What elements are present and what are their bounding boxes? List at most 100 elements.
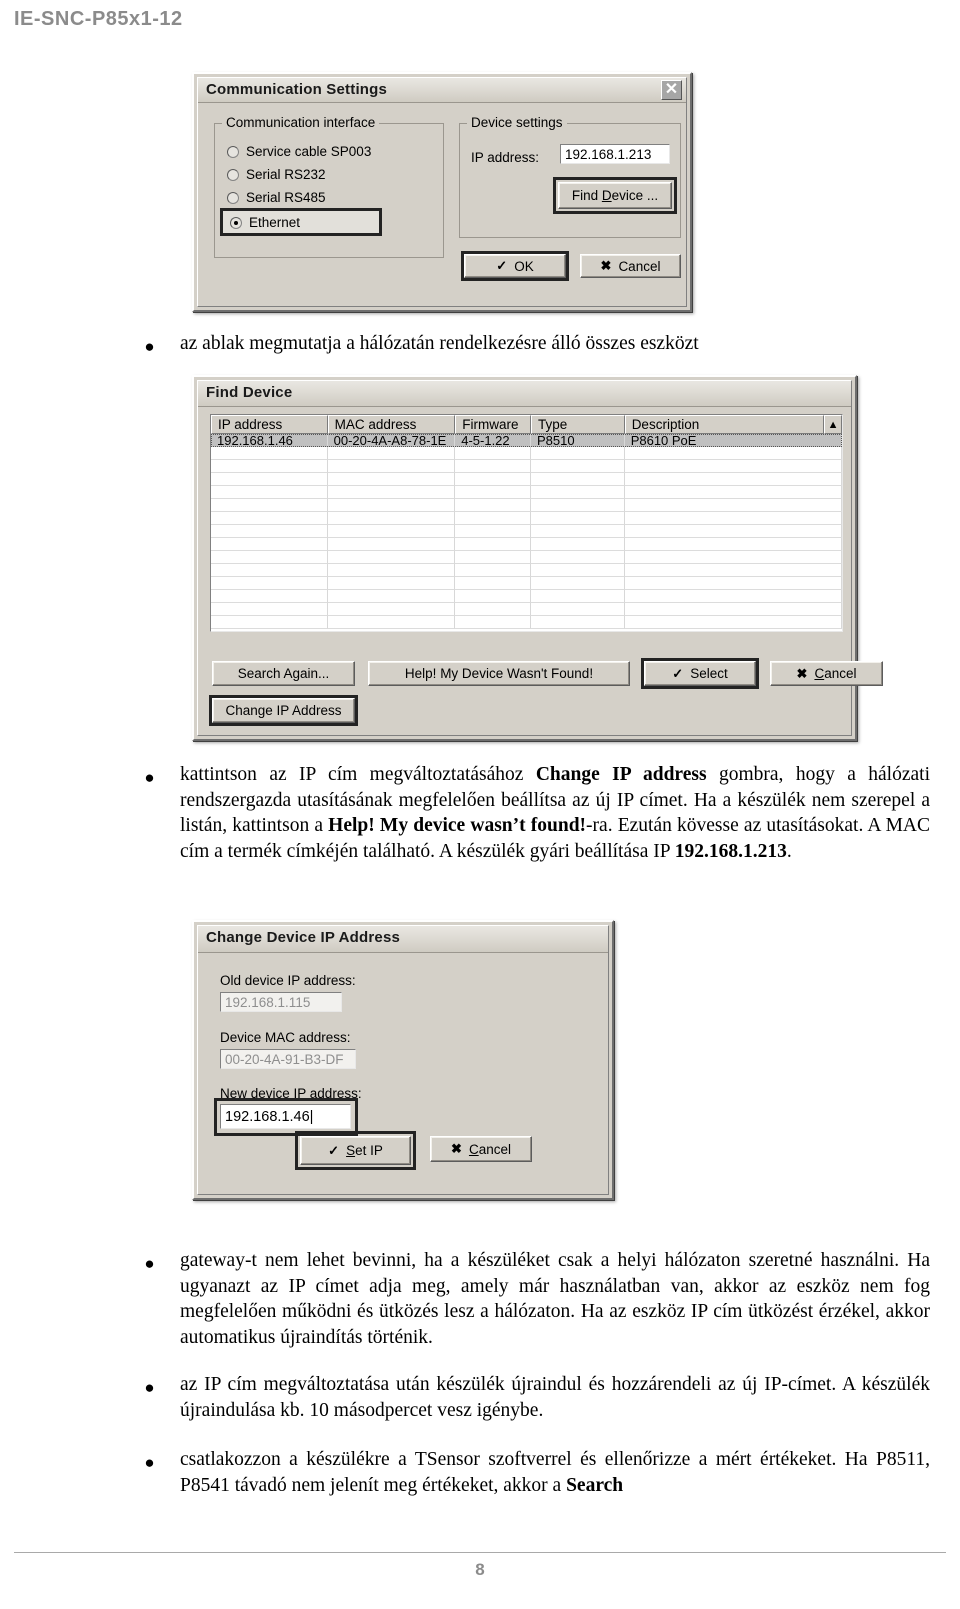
cell-empty <box>455 603 531 616</box>
set-ip-button[interactable]: ✓ Set IP <box>300 1136 411 1165</box>
cell-empty <box>211 499 328 512</box>
dialog-body: Change Device IP Address Old device IP a… <box>197 925 609 1195</box>
change-ip-address-button[interactable]: Change IP Address <box>212 698 355 723</box>
cell-empty <box>455 577 531 590</box>
radio-dot-icon <box>227 169 239 181</box>
cell-empty <box>211 473 328 486</box>
cell-mac-address: 00-20-4A-A8-78-1E <box>328 434 456 447</box>
cell-empty <box>530 577 625 590</box>
table-row[interactable] <box>211 590 842 603</box>
cell-empty <box>455 525 531 538</box>
find-cancel-label: Cancel <box>814 666 857 681</box>
cell-empty <box>327 603 456 616</box>
radio-service-cable-sp003[interactable]: Service cable SP003 <box>227 144 371 159</box>
radio-label: Ethernet <box>249 215 301 230</box>
table-row[interactable] <box>211 512 842 525</box>
cell-empty <box>624 538 842 551</box>
column-header-mac-address[interactable]: MAC address <box>327 415 456 434</box>
cell-empty <box>327 525 456 538</box>
cell-empty <box>530 512 625 525</box>
radio-ethernet[interactable]: Ethernet <box>230 215 300 230</box>
cell-empty <box>327 460 456 473</box>
dialog-title: Find Device <box>206 384 293 401</box>
find-device-button[interactable]: Find Device ... <box>558 182 672 209</box>
bullet-2-emphasis-change-ip: Change IP address <box>535 764 707 785</box>
search-again-button[interactable]: Search Again... <box>212 661 355 686</box>
radio-serial-rs485[interactable]: Serial RS485 <box>227 190 326 205</box>
ip-address-label: IP address: <box>471 150 540 165</box>
find-device-dialog: Find Device IP address MAC address Firmw… <box>192 375 883 741</box>
find-device-label: Find Device ... <box>571 188 659 203</box>
table-row[interactable] <box>211 564 842 577</box>
table-row[interactable] <box>211 447 842 460</box>
new-device-ip-value: 192.168.1.46 <box>225 1109 310 1125</box>
find-cancel-button[interactable]: ✖ Cancel <box>770 661 883 686</box>
bullet-2-text: kattintson az IP cím megváltoztatásához … <box>180 762 930 864</box>
bullet-marker: ● <box>144 337 155 356</box>
table-row[interactable] <box>211 577 842 590</box>
table-row[interactable] <box>211 486 842 499</box>
dialog-body: Find Device IP address MAC address Firmw… <box>197 380 883 736</box>
check-icon: ✓ <box>672 665 684 681</box>
radio-label: Serial RS485 <box>246 190 326 205</box>
bullet-2-part-a: kattintson az IP cím megváltoztatásához <box>180 764 536 785</box>
radio-serial-rs232[interactable]: Serial RS232 <box>227 167 326 182</box>
cell-empty <box>211 616 328 629</box>
cell-type: P8510 <box>531 434 625 447</box>
x-icon: ✖ <box>600 258 612 273</box>
close-icon[interactable]: ✕ <box>661 80 682 100</box>
bullet-marker: ● <box>144 1254 155 1273</box>
cancel-button[interactable]: ✖ Cancel <box>580 254 681 278</box>
cell-empty <box>327 564 456 577</box>
cell-empty <box>624 499 842 512</box>
table-row[interactable] <box>211 616 842 629</box>
cell-empty <box>327 577 456 590</box>
x-icon: ✖ <box>796 665 808 681</box>
cell-empty <box>211 590 328 603</box>
help-my-device-wasnt-found-button[interactable]: Help! My Device Wasn't Found! <box>368 661 630 686</box>
cell-empty <box>624 525 842 538</box>
cell-empty <box>327 473 456 486</box>
cell-empty <box>455 616 531 629</box>
bullet-item-1: ● az ablak megmutatja a hálózatán rendel… <box>140 331 930 357</box>
cancel-label: Cancel <box>618 258 661 274</box>
chevron-up-icon[interactable]: ▲ <box>824 415 842 434</box>
column-header-firmware[interactable]: Firmware <box>455 415 531 434</box>
column-header-description[interactable]: Description <box>624 415 825 434</box>
cell-empty <box>327 616 456 629</box>
column-header-ip-address[interactable]: IP address <box>211 415 328 434</box>
bullet-item-4: ● az IP cím megváltoztatása után készülé… <box>140 1372 930 1423</box>
cell-empty <box>530 447 625 460</box>
table-row[interactable] <box>211 473 842 486</box>
cell-empty <box>530 564 625 577</box>
select-button[interactable]: ✓ Select <box>644 661 756 686</box>
list-header-row: IP address MAC address Firmware Type Des… <box>211 415 842 434</box>
check-icon: ✓ <box>328 1142 340 1158</box>
cell-empty <box>211 447 328 460</box>
table-row[interactable] <box>211 551 842 564</box>
radio-dot-icon <box>227 192 239 204</box>
cell-empty <box>455 499 531 512</box>
new-device-ip-input[interactable]: 192.168.1.46| <box>220 1104 351 1129</box>
table-row[interactable] <box>211 525 842 538</box>
cell-empty <box>624 551 842 564</box>
cell-empty <box>624 603 842 616</box>
bullet-3-text: gateway-t nem lehet bevinni, ha a készül… <box>180 1250 930 1348</box>
ok-button[interactable]: ✓ OK <box>464 254 566 278</box>
table-row[interactable] <box>211 460 842 473</box>
table-row[interactable] <box>211 538 842 551</box>
cell-empty <box>327 486 456 499</box>
cell-empty <box>211 603 328 616</box>
table-row[interactable]: 192.168.1.46 00-20-4A-A8-78-1E 4-5-1.22 … <box>211 434 842 447</box>
cell-empty <box>211 486 328 499</box>
cell-empty <box>624 447 842 460</box>
change-ip-cancel-button[interactable]: ✖ Cancel <box>430 1136 532 1162</box>
bullet-marker: ● <box>144 1378 155 1397</box>
ip-address-input[interactable]: 192.168.1.213 <box>560 144 670 164</box>
column-header-type[interactable]: Type <box>530 415 625 434</box>
table-row[interactable] <box>211 603 842 616</box>
device-list[interactable]: IP address MAC address Firmware Type Des… <box>210 414 843 632</box>
cell-empty <box>211 525 328 538</box>
table-row[interactable] <box>211 499 842 512</box>
running-header: IE-SNC-P85x1-12 <box>14 8 183 30</box>
